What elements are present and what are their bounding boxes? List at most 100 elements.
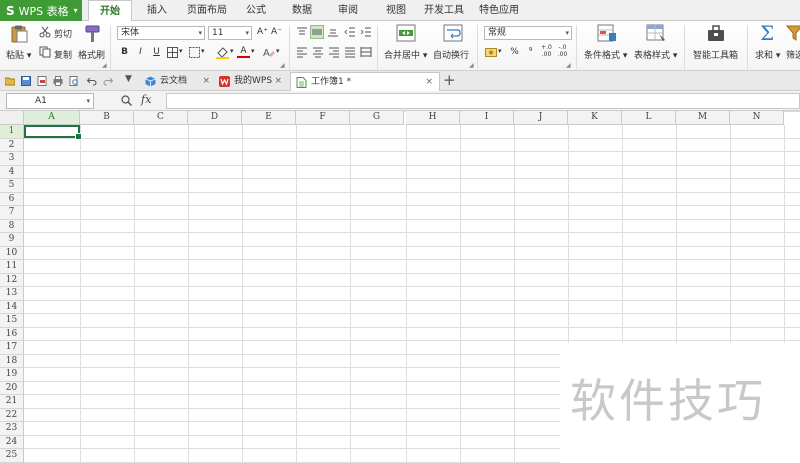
font-launcher-icon[interactable]: ◢ bbox=[280, 62, 285, 69]
row-header-19[interactable]: 19 bbox=[0, 368, 24, 382]
selected-cell-a1[interactable] bbox=[24, 125, 82, 140]
grow-font-button[interactable]: A⁺ bbox=[256, 26, 269, 39]
number-launcher-icon[interactable]: ◢ bbox=[566, 62, 571, 69]
distributed-align-icon[interactable] bbox=[360, 46, 372, 58]
conditional-format-icon[interactable] bbox=[597, 24, 617, 42]
row-header-3[interactable]: 3 bbox=[0, 152, 24, 166]
quick-access-more-icon[interactable]: ▼ bbox=[125, 74, 132, 84]
chevron-down-icon[interactable]: ▾ bbox=[230, 47, 234, 55]
tab-my-wps[interactable]: 我的WPS × bbox=[214, 72, 288, 91]
row-header-5[interactable]: 5 bbox=[0, 179, 24, 193]
chevron-down-icon[interactable]: ▾ bbox=[276, 47, 280, 55]
row-header-9[interactable]: 9 bbox=[0, 233, 24, 247]
row-header-20[interactable]: 20 bbox=[0, 381, 24, 395]
column-header-e[interactable]: E bbox=[242, 111, 296, 125]
column-header-j[interactable]: J bbox=[514, 111, 568, 125]
row-header-22[interactable]: 22 bbox=[0, 408, 24, 422]
conditional-format-button[interactable]: 条件格式 ▾ bbox=[584, 48, 627, 61]
column-header-b[interactable]: B bbox=[80, 111, 134, 125]
chevron-down-icon[interactable]: ▾ bbox=[498, 47, 502, 55]
row-header-8[interactable]: 8 bbox=[0, 219, 24, 233]
align-right-icon[interactable] bbox=[328, 46, 340, 58]
name-box[interactable]: A1 ▾ bbox=[6, 93, 94, 109]
column-header-a[interactable]: A bbox=[24, 111, 80, 125]
tab-data[interactable]: 数据 bbox=[286, 0, 318, 21]
merge-center-icon[interactable] bbox=[396, 24, 416, 42]
cell-style-icon[interactable] bbox=[189, 47, 200, 58]
column-header-l[interactable]: L bbox=[622, 111, 676, 125]
copy-icon[interactable] bbox=[39, 46, 51, 58]
align-center-icon[interactable] bbox=[312, 46, 324, 58]
borders-icon[interactable] bbox=[167, 47, 178, 58]
number-format-select[interactable]: 常规 ▾ bbox=[484, 26, 572, 40]
chevron-down-icon[interactable]: ▾ bbox=[201, 47, 205, 55]
row-header-17[interactable]: 17 bbox=[0, 341, 24, 355]
tab-review[interactable]: 审阅 bbox=[332, 0, 364, 21]
row-header-13[interactable]: 13 bbox=[0, 287, 24, 301]
row-header-23[interactable]: 23 bbox=[0, 422, 24, 436]
align-middle-button[interactable] bbox=[310, 25, 324, 39]
select-all-corner[interactable] bbox=[0, 111, 24, 125]
new-tab-button[interactable]: + bbox=[443, 71, 456, 90]
font-size-select[interactable]: 11 ▾ bbox=[208, 26, 252, 40]
close-tab-icon[interactable]: × bbox=[202, 72, 210, 90]
row-header-16[interactable]: 16 bbox=[0, 327, 24, 341]
copy-button[interactable]: 复制 bbox=[54, 48, 72, 61]
percent-button[interactable]: % bbox=[508, 46, 521, 59]
app-menu-button[interactable]: S WPS 表格 ▾ bbox=[0, 0, 82, 21]
print-icon[interactable] bbox=[53, 76, 63, 86]
scissors-icon[interactable] bbox=[39, 26, 51, 38]
bold-button[interactable]: B bbox=[118, 46, 131, 59]
clear-format-icon[interactable]: A bbox=[262, 46, 275, 59]
row-header-6[interactable]: 6 bbox=[0, 192, 24, 206]
sum-button[interactable]: 求和 ▾ bbox=[755, 48, 780, 61]
column-header-c[interactable]: C bbox=[134, 111, 188, 125]
column-header-m[interactable]: M bbox=[676, 111, 730, 125]
decrease-decimal-button[interactable]: -.0 .00 bbox=[556, 44, 569, 58]
alignment-launcher-icon[interactable]: ◢ bbox=[469, 62, 474, 69]
thousands-button[interactable]: ⁹ bbox=[524, 46, 537, 59]
save-icon[interactable] bbox=[21, 76, 31, 86]
row-header-18[interactable]: 18 bbox=[0, 354, 24, 368]
row-header-1[interactable]: 1 bbox=[0, 125, 24, 139]
tab-page-layout[interactable]: 页面布局 bbox=[182, 0, 232, 21]
paste-button[interactable]: 粘贴 ▾ bbox=[6, 48, 31, 61]
increase-indent-icon[interactable] bbox=[360, 26, 372, 38]
insert-function-button[interactable]: fx bbox=[141, 93, 151, 106]
row-header-10[interactable]: 10 bbox=[0, 246, 24, 260]
close-tab-icon[interactable]: × bbox=[274, 72, 282, 90]
align-top-icon[interactable] bbox=[296, 26, 308, 38]
toolbox-icon[interactable] bbox=[706, 24, 726, 42]
increase-decimal-button[interactable]: +.0 .00 bbox=[540, 44, 553, 58]
row-header-2[interactable]: 2 bbox=[0, 138, 24, 152]
smart-toolbox-button[interactable]: 智能工具箱 bbox=[693, 48, 738, 61]
column-header-k[interactable]: K bbox=[568, 111, 622, 125]
table-style-icon[interactable] bbox=[646, 24, 666, 42]
print-preview-icon[interactable] bbox=[69, 76, 79, 86]
export-pdf-icon[interactable] bbox=[37, 76, 47, 86]
column-header-h[interactable]: H bbox=[406, 111, 460, 125]
fill-color-icon[interactable] bbox=[216, 46, 229, 59]
redo-icon[interactable] bbox=[103, 76, 113, 86]
table-style-button[interactable]: 表格样式 ▾ bbox=[634, 48, 677, 61]
zoom-magnifier-icon[interactable] bbox=[121, 95, 132, 106]
formula-input[interactable] bbox=[166, 93, 800, 109]
sigma-icon[interactable]: Σ bbox=[760, 21, 774, 45]
tab-developer[interactable]: 开发工具 bbox=[420, 0, 468, 21]
row-header-12[interactable]: 12 bbox=[0, 273, 24, 287]
column-header-f[interactable]: F bbox=[296, 111, 350, 125]
format-painter-button[interactable]: 格式刷 bbox=[78, 48, 105, 61]
wrap-text-icon[interactable] bbox=[443, 24, 463, 42]
tab-cloud-docs[interactable]: 云文档 × bbox=[140, 72, 212, 91]
row-header-15[interactable]: 15 bbox=[0, 314, 24, 328]
close-tab-icon[interactable]: × bbox=[425, 73, 433, 91]
cut-button[interactable]: 剪切 bbox=[54, 27, 72, 40]
tab-insert[interactable]: 插入 bbox=[138, 0, 176, 21]
row-header-24[interactable]: 24 bbox=[0, 435, 24, 449]
paste-icon[interactable] bbox=[9, 25, 29, 43]
wrap-text-button[interactable]: 自动换行 bbox=[433, 48, 469, 61]
italic-button[interactable]: I bbox=[134, 46, 147, 59]
tab-formulas[interactable]: 公式 bbox=[238, 0, 274, 21]
shrink-font-button[interactable]: A⁻ bbox=[270, 26, 283, 39]
tab-view[interactable]: 视图 bbox=[380, 0, 412, 21]
